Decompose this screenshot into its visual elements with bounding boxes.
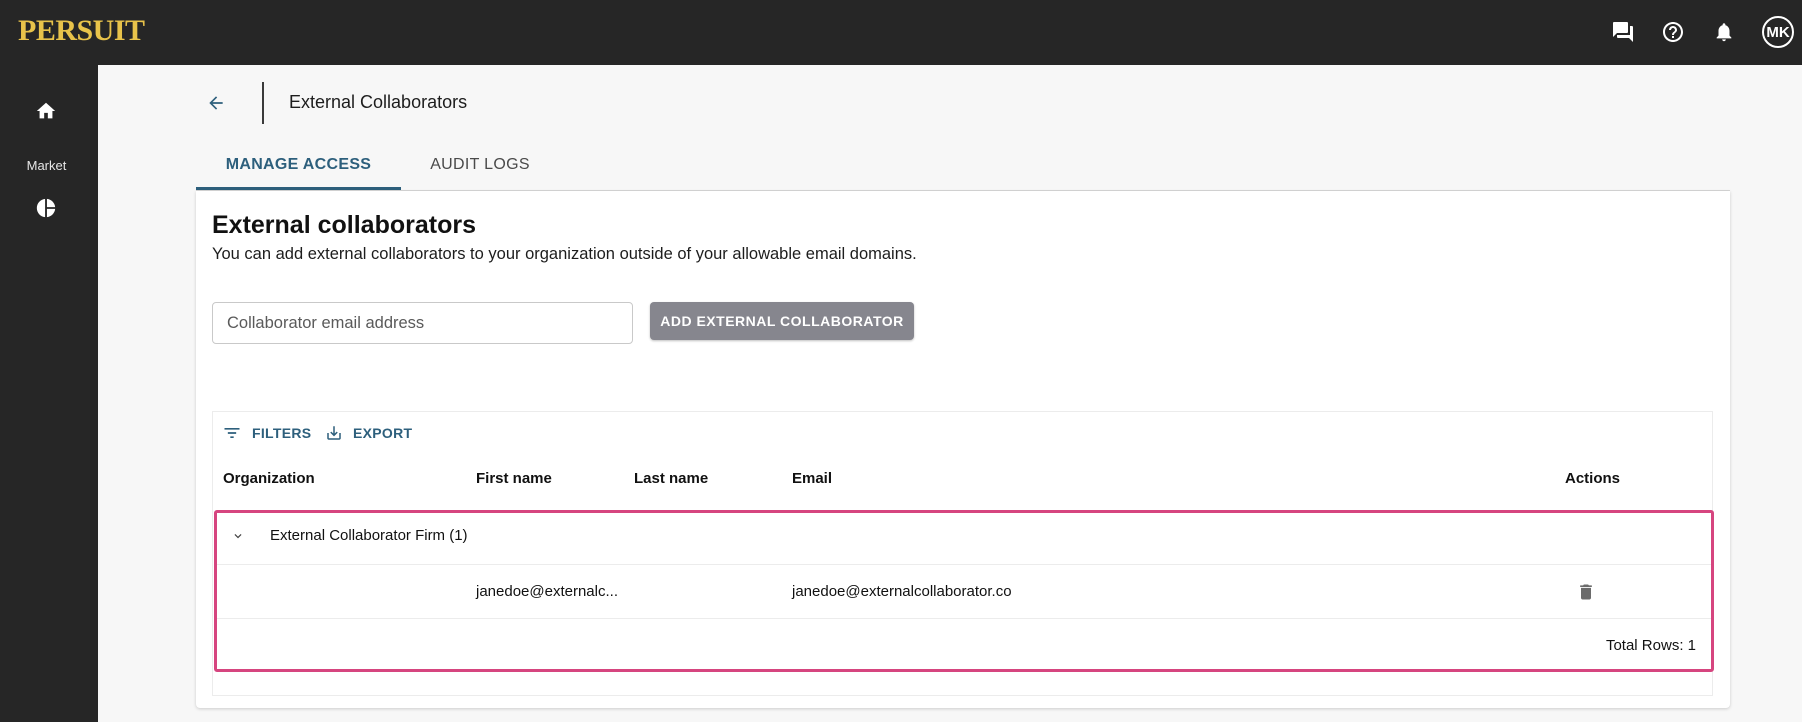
column-header-organization[interactable]: Organization: [223, 470, 315, 487]
row-divider: [217, 564, 1712, 565]
sidebar-item-label-market[interactable]: Market: [0, 158, 93, 173]
add-external-collaborator-button[interactable]: ADD EXTERNAL COLLABORATOR: [650, 302, 914, 340]
delete-icon[interactable]: [1576, 580, 1596, 604]
pie-chart-icon[interactable]: [34, 196, 58, 220]
help-icon[interactable]: [1658, 17, 1688, 47]
filter-icon: [224, 428, 240, 438]
row-divider: [217, 618, 1712, 619]
page-title: External Collaborators: [289, 92, 468, 112]
cell-email: janedoe@externalcollaborator.co: [792, 583, 1012, 600]
tab-audit-logs[interactable]: AUDIT LOGS: [420, 156, 540, 174]
column-header-email[interactable]: Email: [792, 470, 832, 487]
column-header-last-name[interactable]: Last name: [634, 470, 708, 487]
collaborators-table: [212, 411, 1713, 696]
export-label: EXPORT: [353, 425, 413, 441]
collaborator-email-input[interactable]: [212, 302, 633, 344]
section-title: External collaborators: [212, 211, 476, 239]
cell-first-name: janedoe@externalc...: [476, 583, 618, 600]
column-header-first-name[interactable]: First name: [476, 470, 552, 487]
export-button[interactable]: EXPORT: [325, 423, 412, 443]
home-icon[interactable]: [34, 99, 58, 123]
bell-icon[interactable]: [1709, 17, 1739, 47]
top-bar: PERSUIT MK: [0, 0, 1802, 65]
persuit-logo[interactable]: PERSUIT: [18, 14, 145, 48]
back-arrow-icon[interactable]: [203, 91, 229, 115]
section-description: You can add external collaborators to yo…: [212, 245, 917, 263]
user-avatar[interactable]: MK: [1762, 16, 1794, 48]
tab-manage-access[interactable]: MANAGE ACCESS: [196, 156, 401, 174]
chat-icon[interactable]: [1608, 17, 1638, 47]
header-divider: [262, 82, 264, 124]
column-header-actions: Actions: [1565, 470, 1621, 487]
filters-label: FILTERS: [252, 425, 312, 441]
filters-button[interactable]: FILTERS: [222, 423, 311, 443]
download-icon: [327, 426, 341, 440]
total-rows: Total Rows: 1: [1605, 637, 1696, 654]
chevron-down-icon[interactable]: [230, 528, 246, 544]
sidebar: Market: [0, 65, 98, 722]
group-row-label[interactable]: External Collaborator Firm (1): [270, 527, 468, 544]
